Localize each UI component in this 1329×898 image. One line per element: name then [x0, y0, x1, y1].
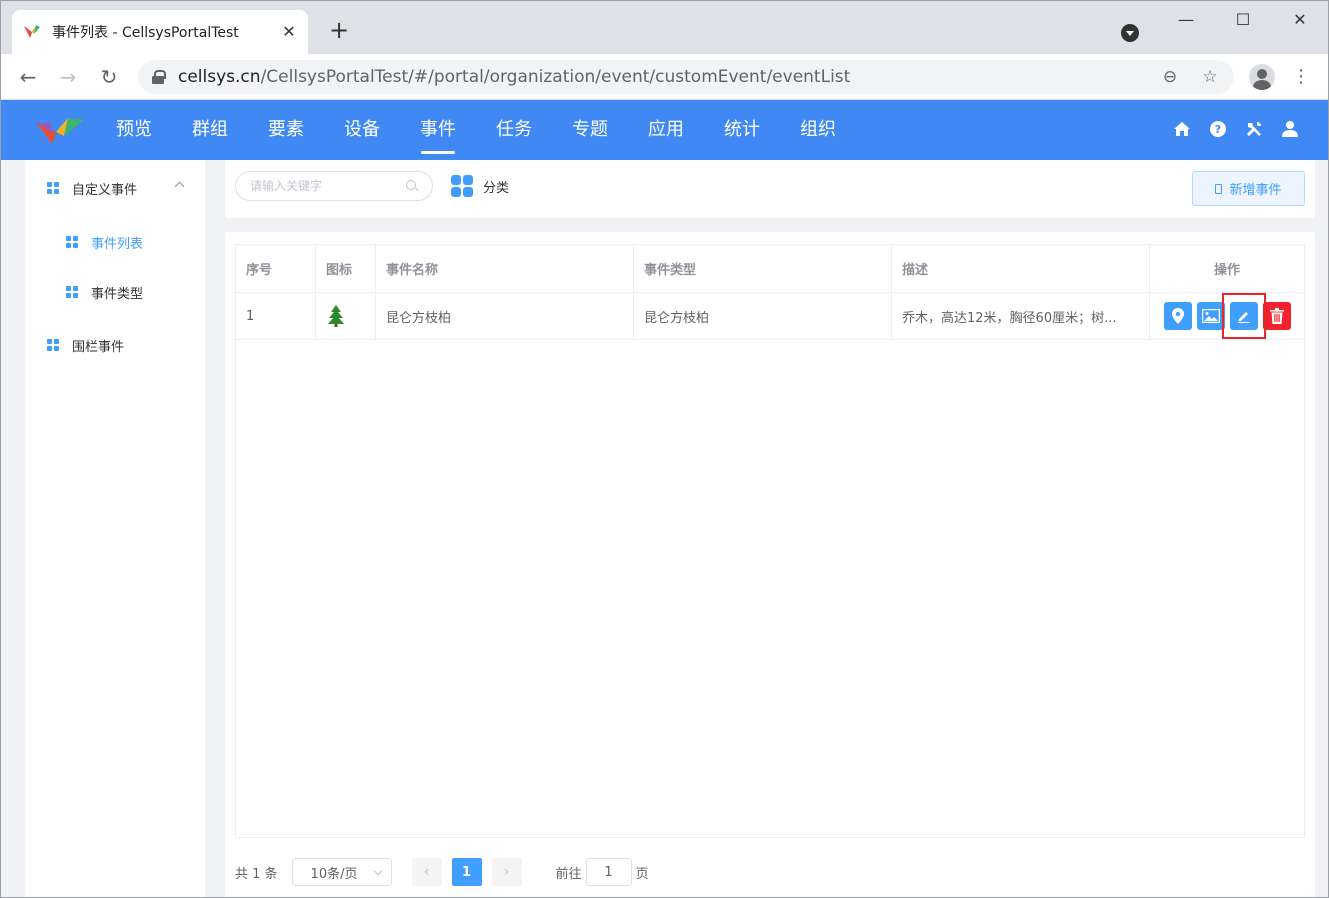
chevron-down-icon: [373, 866, 382, 876]
search-input[interactable]: [250, 179, 406, 193]
pine-tree-icon: [327, 305, 344, 327]
browser-tab[interactable]: 事件列表 - CellsysPortalTest ✕: [12, 10, 308, 54]
header-actions: 操作: [1213, 263, 1240, 278]
page-size-select[interactable]: 10条/页: [291, 858, 392, 886]
table-card: 序号 图标 事件名称 事件类型 描述 操作 1 昆仑方枝柏 昆仑方枝柏 乔木，高…: [225, 232, 1315, 898]
search-box[interactable]: [235, 171, 433, 201]
nav-item-4[interactable]: 事件: [400, 100, 476, 160]
nav-item-9[interactable]: 组织: [780, 100, 856, 160]
forward-icon[interactable]: →: [56, 65, 80, 89]
help-icon[interactable]: ?: [1209, 120, 1227, 138]
window-close-icon[interactable]: ✕: [1277, 8, 1323, 32]
cell-index: 1: [236, 293, 316, 339]
grid-icon: [47, 181, 60, 195]
add-event-label: 新增事件: [1229, 183, 1282, 198]
page-number-button[interactable]: 1: [451, 858, 482, 886]
nav-item-8[interactable]: 统计: [704, 100, 780, 160]
goto-prefix: 前往: [555, 866, 582, 882]
sidebar-item-event-list[interactable]: 事件列表: [25, 222, 205, 262]
tab-search-icon[interactable]: [1121, 24, 1139, 42]
nav-item-6[interactable]: 专题: [552, 100, 628, 160]
sidebar-item-label: 事件类型: [91, 286, 144, 302]
header-desc: 描述: [892, 245, 1150, 292]
category-grid-icon: [451, 175, 473, 197]
map-pin-icon: [1171, 308, 1184, 324]
omnibox[interactable]: cellsys.cn/CellsysPortalTest/#/portal/or…: [138, 60, 1234, 94]
minimize-icon[interactable]: —: [1163, 8, 1209, 32]
cell-icon: [316, 293, 376, 339]
event-table: 序号 图标 事件名称 事件类型 描述 操作 1 昆仑方枝柏 昆仑方枝柏 乔木，高…: [235, 244, 1305, 838]
url-text[interactable]: cellsys.cn/CellsysPortalTest/#/portal/or…: [178, 67, 850, 87]
edit-highlight-box: [1221, 293, 1266, 339]
sidebar-group-fence-event[interactable]: 围栏事件: [25, 325, 205, 365]
tab-title: 事件列表 - CellsysPortalTest: [52, 25, 239, 41]
nav-item-5[interactable]: 任务: [476, 100, 552, 160]
tab-close-icon[interactable]: ✕: [280, 23, 298, 41]
pagination: 共 1 条 10条/页 ‹ 1 › 前往 页: [235, 858, 649, 886]
trash-icon: [1269, 308, 1284, 324]
sidebar-item-label: 事件列表: [91, 236, 144, 252]
next-page-button[interactable]: ›: [491, 858, 522, 886]
new-tab-icon[interactable]: +: [326, 18, 352, 44]
goto-page: 前往 页: [556, 858, 649, 886]
chevron-up-icon: [174, 181, 185, 192]
sidebar-group-label: 围栏事件: [72, 339, 125, 355]
pagination-total: 共 1 条: [235, 866, 278, 882]
toolbar: 分类 新增事件: [225, 160, 1315, 218]
tools-icon[interactable]: [1245, 120, 1263, 138]
app-header: 预览 群组 要素 设备 事件 任务 专题 应用 统计 组织 ?: [0, 100, 1329, 160]
sidebar-group-label: 自定义事件: [72, 182, 138, 198]
document-icon: [1215, 183, 1223, 194]
table-row[interactable]: 1 昆仑方枝柏 昆仑方枝柏 乔木，高达12米，胸径60厘米；树...: [236, 293, 1304, 340]
category-label: 分类: [483, 180, 510, 196]
svg-text:?: ?: [1215, 123, 1221, 136]
cell-type: 昆仑方枝柏: [634, 293, 892, 339]
goto-suffix: 页: [635, 866, 649, 882]
search-icon[interactable]: [406, 180, 418, 192]
header-name: 事件名称: [376, 245, 634, 292]
home-icon[interactable]: [1173, 120, 1191, 138]
category-button[interactable]: 分类: [451, 175, 509, 197]
header-icon: 图标: [316, 245, 376, 292]
user-icon[interactable]: [1281, 120, 1299, 138]
nav-item-2[interactable]: 要素: [248, 100, 324, 160]
nav-item-1[interactable]: 群组: [172, 100, 248, 160]
nav-item-0[interactable]: 预览: [96, 100, 172, 160]
maximize-icon[interactable]: ☐: [1220, 8, 1266, 32]
sidebar-item-event-type[interactable]: 事件类型: [25, 272, 205, 312]
reload-icon[interactable]: ↻: [97, 65, 121, 89]
cell-name: 昆仑方枝柏: [376, 293, 634, 339]
browser-tab-bar: 事件列表 - CellsysPortalTest ✕ + — ☐ ✕: [0, 0, 1329, 54]
nav-item-7[interactable]: 应用: [628, 100, 704, 160]
app-logo: [36, 118, 84, 144]
prev-page-button[interactable]: ‹: [411, 858, 442, 886]
address-bar: ← → ↻ cellsys.cn/CellsysPortalTest/#/por…: [0, 54, 1329, 100]
main-nav: 预览 群组 要素 设备 事件 任务 专题 应用 统计 组织: [96, 100, 856, 160]
header-type: 事件类型: [634, 245, 892, 292]
image-icon: [1201, 309, 1220, 323]
image-button[interactable]: [1196, 302, 1225, 330]
sidebar-group-custom-event[interactable]: 自定义事件: [25, 168, 205, 208]
nav-item-3[interactable]: 设备: [324, 100, 400, 160]
add-event-button[interactable]: 新增事件: [1192, 171, 1305, 206]
zoom-icon[interactable]: ⊖: [1160, 67, 1180, 87]
goto-page-input[interactable]: [585, 858, 632, 886]
header-index: 序号: [236, 245, 316, 292]
table-header-row: 序号 图标 事件名称 事件类型 描述 操作: [236, 245, 1304, 293]
location-button[interactable]: [1163, 302, 1192, 330]
grid-icon: [66, 285, 79, 299]
grid-icon: [47, 338, 60, 352]
back-icon[interactable]: ←: [16, 65, 40, 89]
browser-menu-icon[interactable]: ⋮: [1291, 66, 1311, 88]
cellsys-logo-icon: [24, 25, 40, 38]
grid-icon: [66, 235, 79, 249]
profile-avatar-icon[interactable]: [1249, 64, 1275, 90]
cell-actions: [1150, 293, 1304, 339]
cell-desc: 乔木，高达12米，胸径60厘米；树...: [892, 293, 1150, 339]
delete-button[interactable]: [1262, 302, 1291, 330]
sidebar: 自定义事件 事件列表 事件类型 围栏事件: [25, 160, 205, 898]
page-size-value: 10条/页: [310, 866, 358, 882]
bookmark-star-icon[interactable]: ☆: [1200, 67, 1220, 87]
lock-icon: [152, 70, 166, 84]
